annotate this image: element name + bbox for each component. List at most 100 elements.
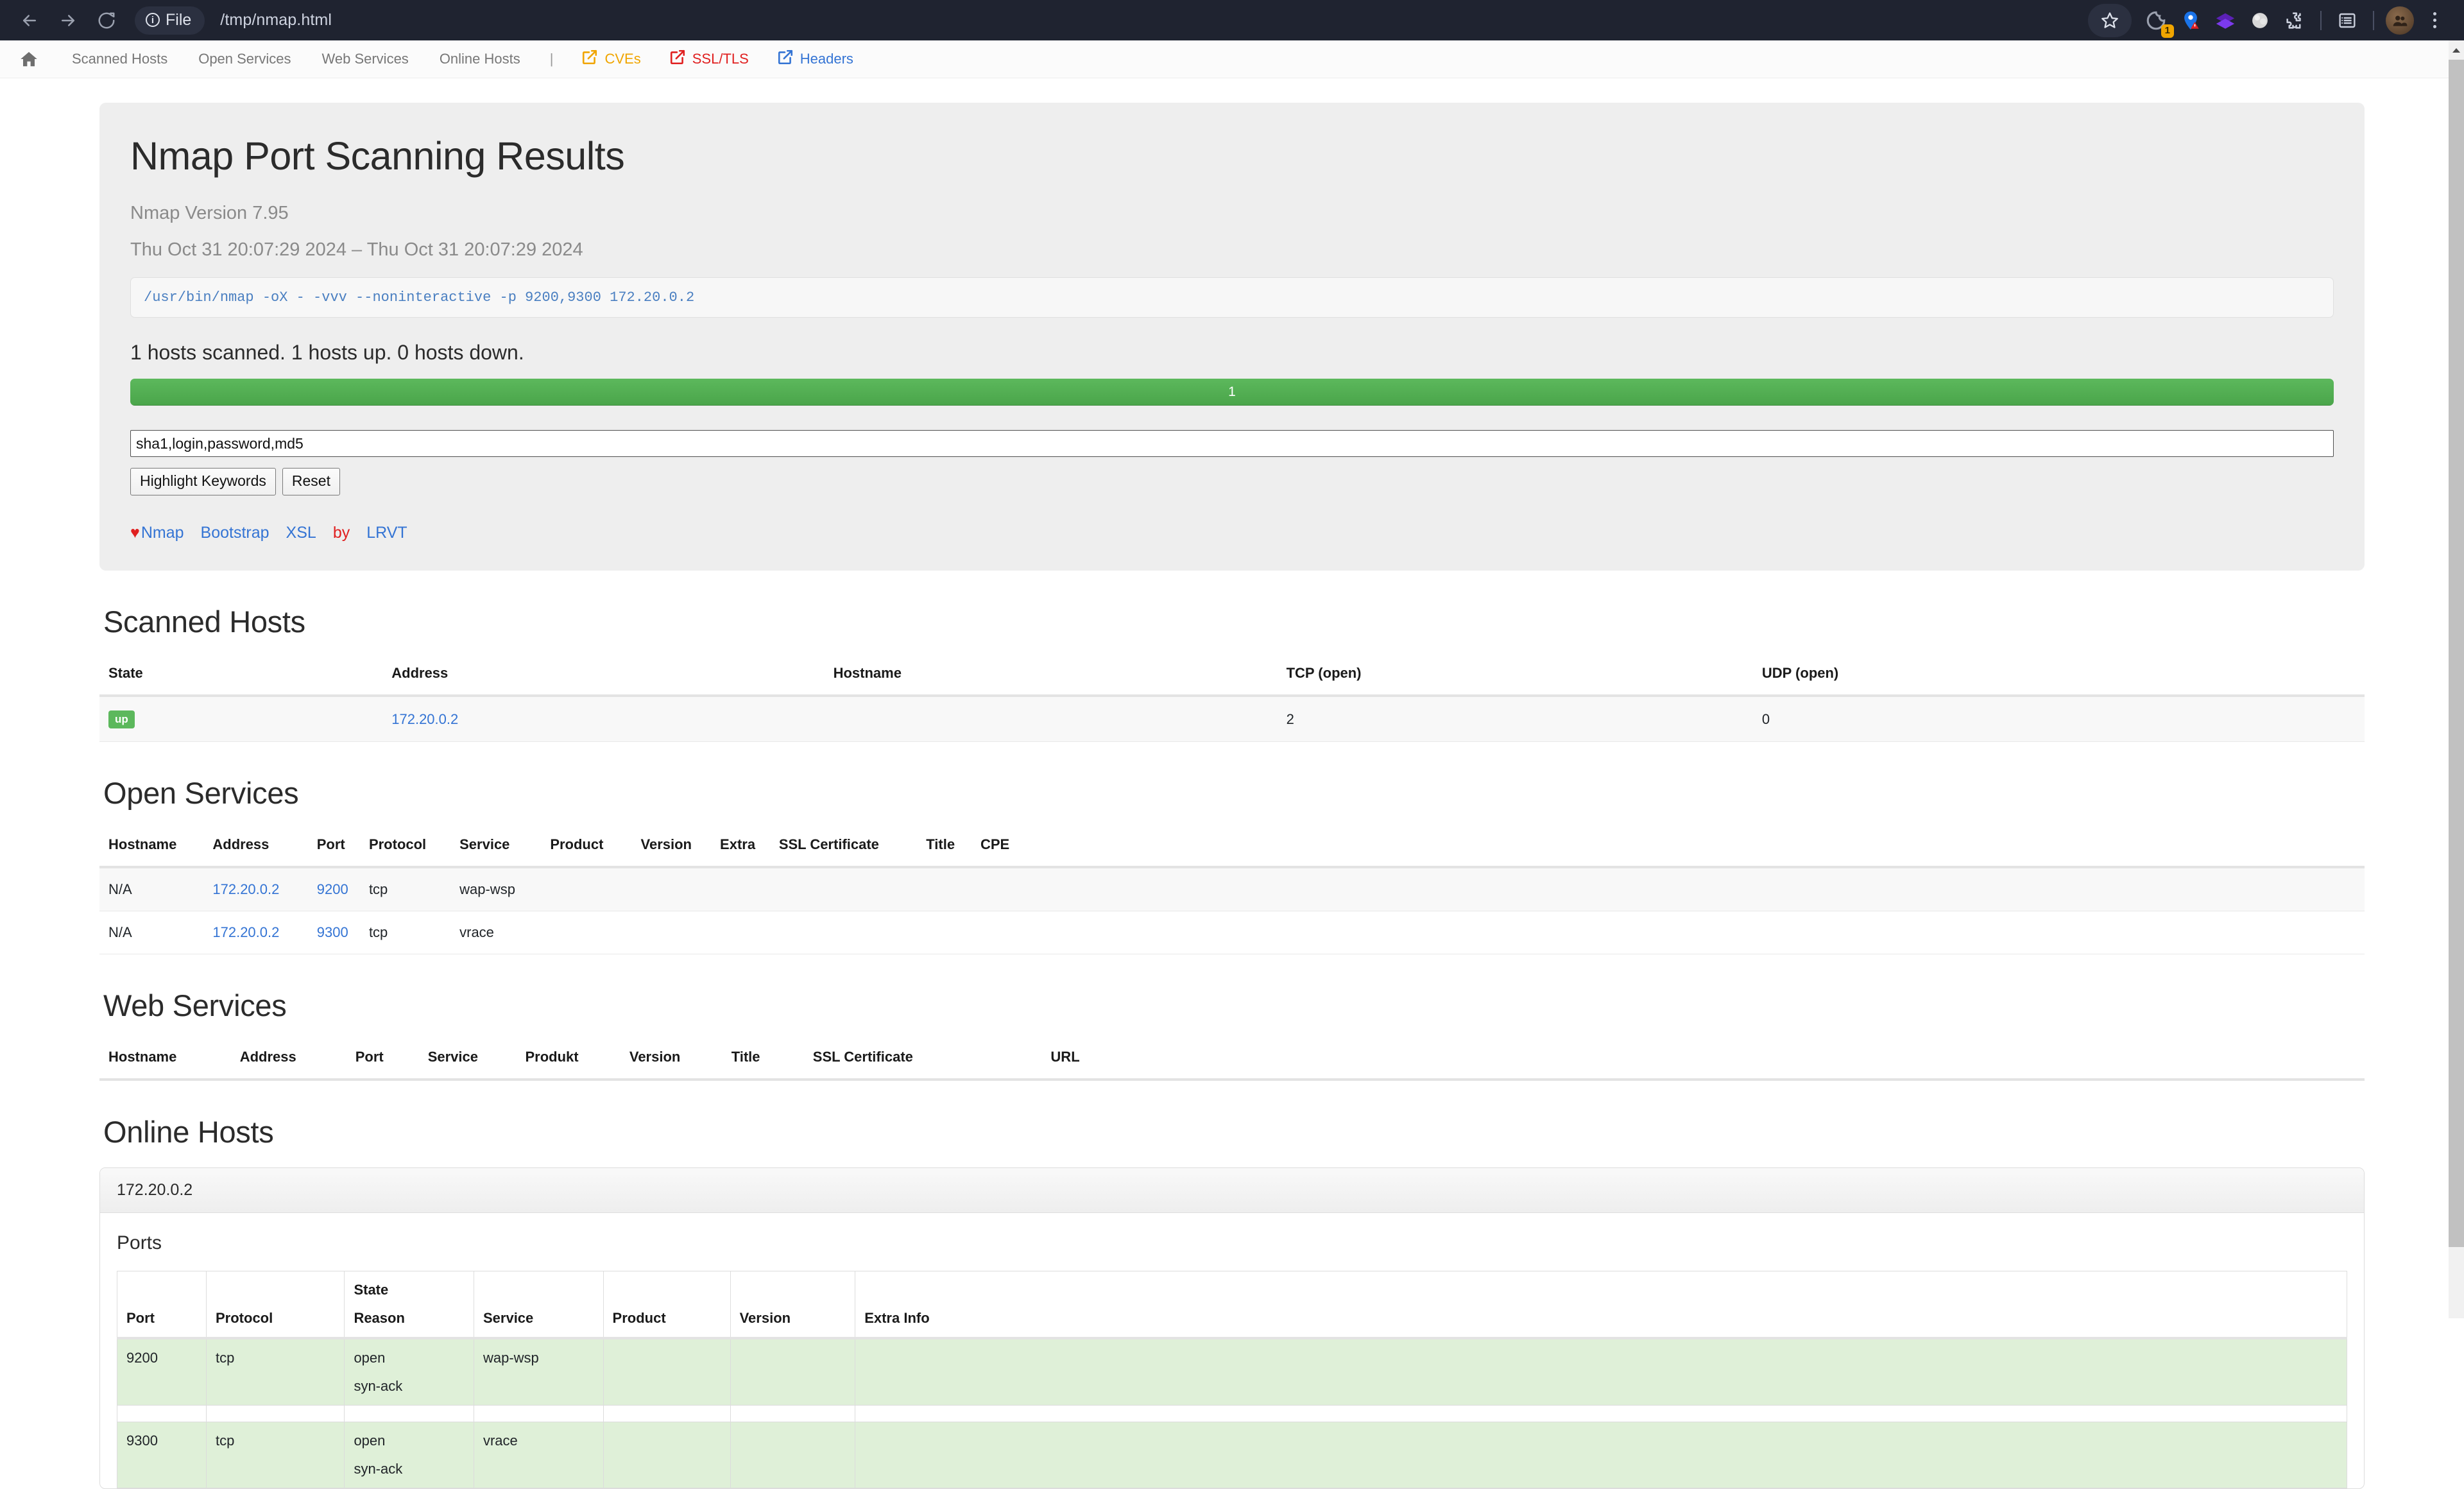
nav-separator: | — [549, 51, 554, 67]
bookmark-button[interactable] — [2088, 3, 2132, 37]
nav-link-cves[interactable]: CVEs — [567, 49, 654, 69]
kebab-menu-icon[interactable] — [2418, 4, 2451, 37]
cell-protocol: tcp — [205, 1338, 345, 1406]
scan-summary: 1 hosts scanned. 1 hosts up. 0 hosts dow… — [130, 341, 524, 364]
cell-product — [541, 911, 632, 954]
col-reason-line: Reason — [354, 1310, 405, 1326]
cell-version — [730, 1338, 856, 1406]
reload-button[interactable] — [87, 1, 126, 40]
page-title: Nmap Port Scanning Results — [130, 134, 625, 178]
star-icon[interactable] — [2093, 4, 2126, 37]
host-address-link[interactable]: 172.20.0.2 — [391, 711, 458, 727]
forward-button[interactable] — [49, 1, 87, 40]
open-services-table: Hostname Address Port Protocol Service P… — [99, 829, 2365, 954]
keywords-input[interactable] — [130, 430, 2334, 457]
scan-timerange: Thu Oct 31 20:07:29 2024 – Thu Oct 31 20… — [130, 239, 583, 260]
col-ssl-certificate: SSL Certificate — [803, 1041, 1042, 1081]
cell-product — [603, 1422, 731, 1488]
table-header-row: Port Protocol State Reason Service Produ… — [117, 1271, 2347, 1339]
nav-link-cves-label: CVEs — [604, 51, 641, 67]
online-host-heading: 172.20.0.2 — [100, 1168, 2364, 1213]
cell-extra-info — [855, 1422, 2347, 1488]
keyword-button-row: Highlight Keywords Reset — [130, 468, 2334, 495]
cell-state-value: open — [354, 1433, 386, 1449]
heart-icon: ♥ — [130, 524, 140, 542]
layers-icon[interactable] — [2209, 4, 2242, 37]
cell-ssl — [769, 911, 918, 954]
nmap-version: Nmap Version 7.95 — [130, 203, 289, 223]
credit-link-author[interactable]: LRVT — [366, 524, 407, 542]
file-chip-label: File — [166, 10, 192, 29]
nav-link-online-hosts[interactable]: Online Hosts — [424, 51, 536, 67]
col-produkt: Produkt — [516, 1041, 620, 1081]
web-services-table: Hostname Address Port Service Produkt Ve… — [99, 1041, 2365, 1081]
page-scrollbar[interactable] — [2449, 40, 2464, 1318]
page-navbar: Scanned Hosts Open Services Web Services… — [0, 40, 2464, 78]
cookie-blocker-icon[interactable]: 1 — [2139, 4, 2174, 38]
nav-link-web-services[interactable]: Web Services — [307, 51, 424, 67]
service-address-link[interactable]: 172.20.0.2 — [212, 881, 279, 897]
col-port: Port — [117, 1271, 207, 1339]
col-extra: Extra — [711, 829, 770, 868]
col-protocol: Protocol — [359, 829, 451, 868]
address-bar[interactable]: i File /tmp/nmap.html — [135, 6, 2075, 35]
info-icon: i — [146, 13, 160, 27]
service-port-link[interactable]: 9300 — [317, 924, 348, 940]
reset-button[interactable]: Reset — [282, 468, 340, 495]
col-port: Port — [346, 1041, 419, 1081]
col-title: Title — [917, 829, 971, 868]
col-version: Version — [620, 1041, 723, 1081]
cell-version — [631, 867, 712, 911]
cell-title — [917, 867, 971, 911]
cell-reason-value: syn-ack — [354, 1461, 403, 1477]
credit-link-bootstrap[interactable]: Bootstrap — [201, 524, 270, 542]
cell-ssl — [769, 867, 918, 911]
back-button[interactable] — [10, 1, 49, 40]
external-link-icon — [777, 49, 794, 69]
table-spacer-row — [117, 1405, 2347, 1422]
nav-link-headers[interactable]: Headers — [763, 49, 868, 69]
cell-protocol: tcp — [359, 867, 451, 911]
table-row: N/A 172.20.0.2 9300 tcp vrace — [99, 911, 2365, 954]
scrollbar-up-arrow[interactable] — [2449, 40, 2464, 60]
col-port: Port — [307, 829, 360, 868]
results-jumbotron: Nmap Port Scanning Results Nmap Version … — [99, 103, 2365, 571]
cell-product — [603, 1338, 731, 1406]
service-port-link[interactable]: 9200 — [317, 881, 348, 897]
cell-udp-open: 0 — [1752, 696, 2365, 742]
credits-links: ♥ Nmap Bootstrap XSL by LRVT — [130, 524, 2334, 542]
highlight-keywords-button[interactable]: Highlight Keywords — [130, 468, 276, 495]
scrollbar-thumb[interactable] — [2449, 60, 2464, 1247]
section-title-online-hosts: Online Hosts — [103, 1115, 274, 1149]
credit-link-xsl[interactable]: XSL — [286, 524, 316, 542]
col-version: Version — [730, 1271, 856, 1339]
avatar[interactable] — [2383, 4, 2417, 37]
file-scheme-chip[interactable]: i File — [135, 6, 205, 35]
cell-hostname — [824, 696, 1278, 742]
nav-link-ssl-tls[interactable]: SSL/TLS — [655, 49, 763, 69]
cell-version — [730, 1422, 856, 1488]
puzzle-extensions-icon[interactable] — [2278, 4, 2311, 37]
toolbar-divider-2 — [2373, 10, 2374, 30]
nav-link-scanned-hosts[interactable]: Scanned Hosts — [56, 51, 183, 67]
cell-state: up — [99, 696, 383, 742]
location-warning-icon[interactable] — [2174, 4, 2207, 37]
online-host-panel: 172.20.0.2 Ports Port Protocol State Rea… — [99, 1167, 2365, 1489]
table-row: N/A 172.20.0.2 9200 tcp wap-wsp — [99, 867, 2365, 911]
col-hostname: Hostname — [99, 829, 204, 868]
reading-list-icon[interactable] — [2331, 4, 2364, 37]
table-header-row: Hostname Address Port Service Produkt Ve… — [99, 1041, 2365, 1081]
lens-icon[interactable] — [2243, 4, 2277, 37]
table-row: up 172.20.0.2 2 0 — [99, 696, 2365, 742]
cell-title — [917, 911, 971, 954]
home-icon[interactable] — [19, 49, 38, 69]
col-service: Service — [450, 829, 542, 868]
credit-link-nmap[interactable]: Nmap — [141, 524, 184, 542]
col-product: Product — [541, 829, 632, 868]
nav-link-open-services[interactable]: Open Services — [183, 51, 306, 67]
cell-hostname: N/A — [99, 867, 204, 911]
service-address-link[interactable]: 172.20.0.2 — [212, 924, 279, 940]
col-service: Service — [473, 1271, 604, 1339]
cell-state-value: open — [354, 1350, 386, 1366]
table-row: 9300 tcp open syn-ack vrace — [117, 1422, 2347, 1488]
